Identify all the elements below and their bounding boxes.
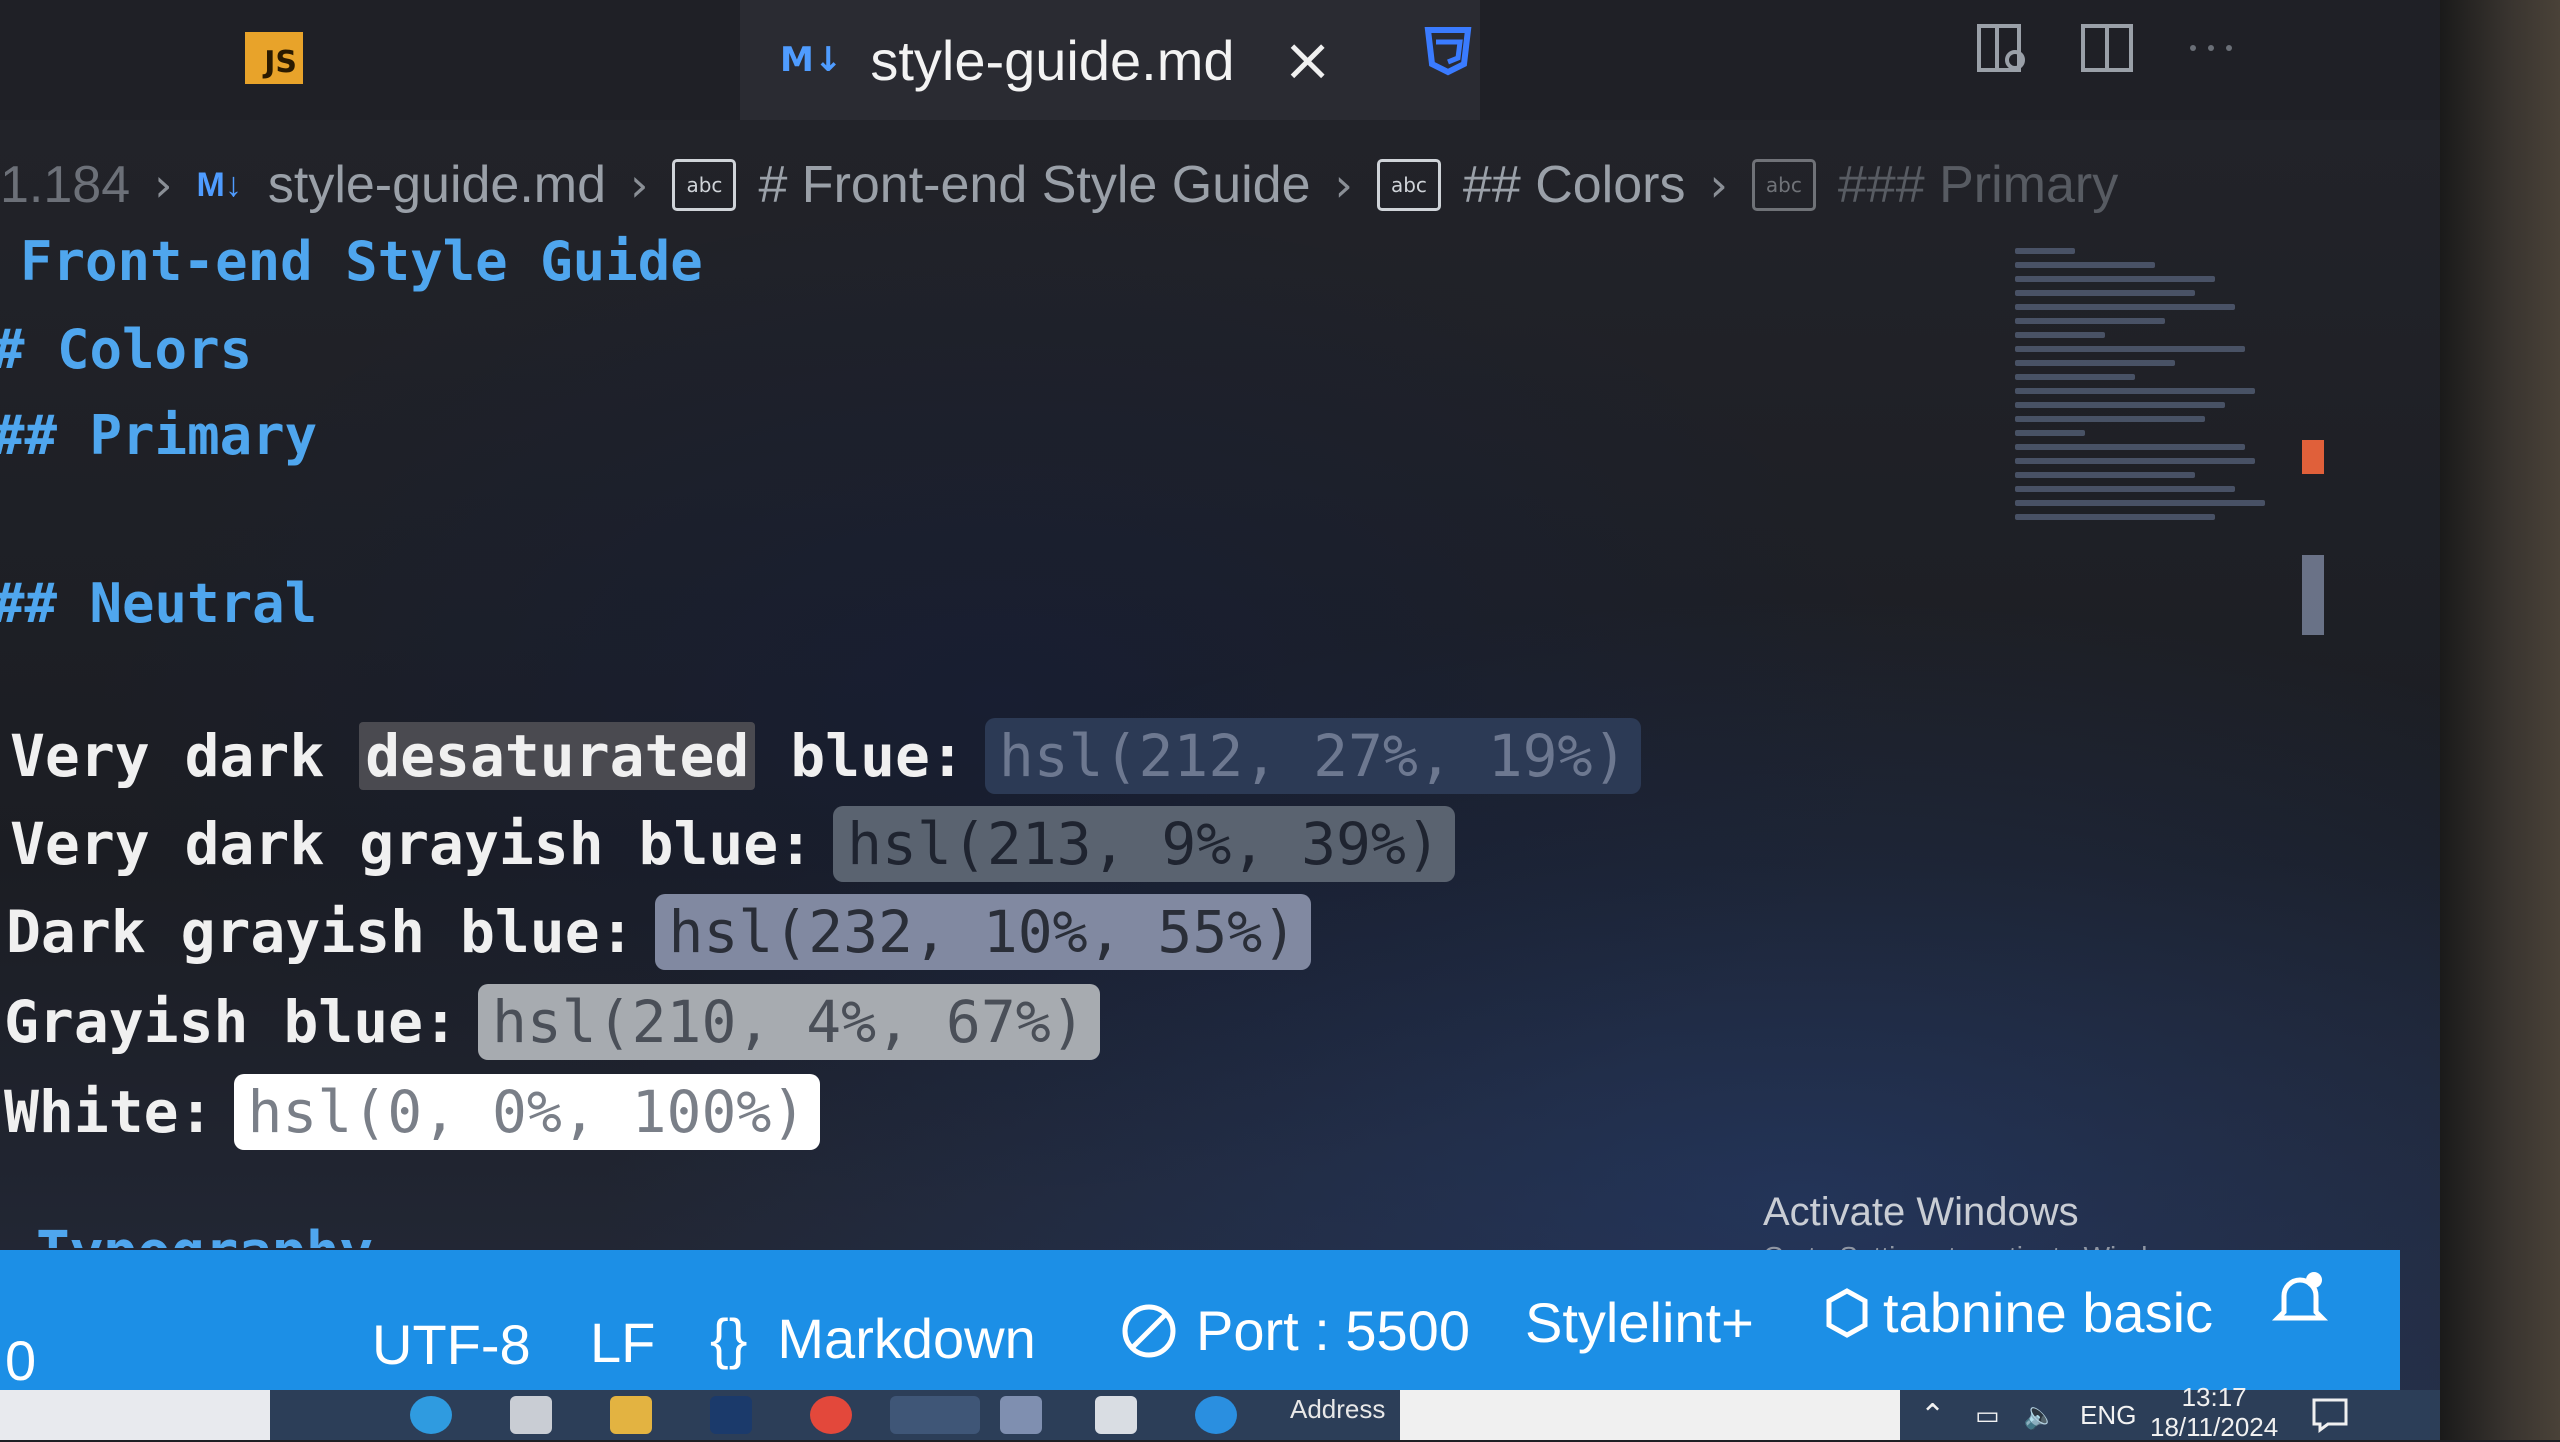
color-label-end: blue: [755, 722, 965, 790]
windows-taskbar: Address ⌃ ▭ 🔈 ENG 13:17 18/11/2024 [0, 1382, 2440, 1442]
heading-title: Front-end Style Guide [20, 230, 703, 293]
color-row: Very dark desaturated blue: hsl(212, 27%… [10, 718, 1642, 794]
photoshop-icon[interactable] [710, 1396, 752, 1434]
heading-primary: ## Primary [0, 404, 318, 467]
color-swatch-value: hsl(0, 0%, 100%) [233, 1074, 821, 1150]
bell-icon[interactable] [2270, 1268, 2330, 1332]
js-file-tab-icon[interactable]: JS [245, 32, 303, 84]
heading-neutral: ## Neutral [0, 572, 318, 635]
close-icon[interactable]: × [1283, 25, 1333, 95]
color-label: Very dark grayish blue: [10, 810, 814, 878]
language-label: Markdown [777, 1307, 1036, 1370]
chevron-right-icon: › [1334, 158, 1353, 212]
status-eol[interactable]: LF [590, 1310, 655, 1375]
chrome-icon[interactable] [810, 1396, 852, 1434]
more-actions-icon[interactable] [2183, 20, 2239, 76]
tabnine-icon [1826, 1287, 1868, 1338]
color-row: Grayish blue: hsl(210, 4%, 67%) [4, 984, 1100, 1060]
notification-center-icon[interactable] [2310, 1396, 2350, 1434]
markdown-icon: M↓ [196, 165, 242, 204]
mail-icon[interactable] [510, 1396, 552, 1434]
calendar-icon[interactable] [1000, 1396, 1042, 1434]
language-indicator[interactable]: ENG [2080, 1400, 2136, 1431]
address-input[interactable] [1400, 1390, 1900, 1440]
chevron-right-icon: › [154, 158, 173, 212]
color-row: Dark grayish blue: hsl(232, 10%, 55%) [6, 894, 1312, 970]
taskbar-search-area[interactable] [0, 1390, 270, 1440]
color-swatch-value: hsl(210, 4%, 67%) [477, 984, 1100, 1060]
color-label: White: [4, 1078, 214, 1146]
photos-icon[interactable] [1095, 1396, 1137, 1434]
port-label: Port : 5500 [1196, 1299, 1470, 1362]
scrollbar-thumb[interactable] [2302, 555, 2324, 635]
braces-icon: {} [710, 1307, 748, 1370]
markdown-icon: M↓ [780, 40, 843, 80]
open-preview-icon[interactable] [1975, 20, 2031, 76]
vscode-icon[interactable] [890, 1396, 980, 1434]
battery-icon[interactable]: ▭ [1975, 1400, 2000, 1431]
watermark-title: Activate Windows [1763, 1190, 2079, 1234]
system-clock[interactable]: 13:17 18/11/2024 [2150, 1382, 2278, 1442]
color-label: Dark grayish blue: [6, 898, 635, 966]
tab-title: style-guide.md [870, 28, 1235, 92]
tab-bar: JS M↓ style-guide.md × [0, 0, 2440, 120]
breadcrumb-folder[interactable]: 1.184 [0, 155, 130, 215]
selected-word: desaturated [359, 722, 756, 790]
scrollbar-marker[interactable] [2302, 440, 2324, 474]
status-encoding[interactable]: UTF-8 [372, 1312, 531, 1377]
breadcrumb-file-label: style-guide.md [267, 156, 607, 214]
volume-icon[interactable]: 🔈 [2024, 1400, 2056, 1431]
string-symbol-icon: abc [1751, 159, 1816, 211]
status-language[interactable]: {} Markdown [710, 1306, 1036, 1371]
breadcrumb-h1[interactable]: abc # Front-end Style Guide [672, 155, 1311, 215]
clock-date: 18/11/2024 [2150, 1412, 2279, 1442]
tabnine-label: tabnine basic [1883, 1281, 2214, 1344]
breadcrumb: 1.184 › M↓ style-guide.md › abc # Front-… [0, 140, 2118, 230]
file-explorer-icon[interactable] [610, 1396, 652, 1434]
address-label: Address [1290, 1394, 1386, 1424]
bluetooth-icon[interactable] [1195, 1396, 1237, 1434]
string-symbol-icon: abc [1376, 159, 1441, 211]
breadcrumb-h2-label: ## Colors [1462, 156, 1686, 214]
breadcrumb-h2[interactable]: abc ## Colors [1376, 155, 1686, 215]
color-row: White: hsl(0, 0%, 100%) [4, 1074, 821, 1150]
chevron-right-icon: › [630, 158, 649, 212]
status-live-server[interactable]: Port : 5500 [1120, 1298, 1470, 1363]
string-symbol-icon: abc [672, 159, 737, 211]
heading-typography: Typography [36, 1220, 373, 1248]
tab-style-guide[interactable]: M↓ style-guide.md × [740, 0, 1480, 120]
chevron-right-icon: › [1709, 158, 1728, 212]
status-bar: 0 UTF-8 LF {} Markdown Port : 5500 Style… [0, 1250, 2400, 1393]
edge-icon[interactable] [410, 1396, 452, 1434]
monitor-bezel [2440, 0, 2560, 1440]
split-editor-icon[interactable] [2079, 20, 2135, 76]
status-tabnine[interactable]: tabnine basic [1825, 1280, 2213, 1345]
status-stylelint[interactable]: Stylelint+ [1525, 1290, 1754, 1355]
color-label: Grayish blue: [4, 988, 458, 1056]
breadcrumb-h3[interactable]: abc ### Primary [1751, 155, 2119, 215]
chevron-up-icon[interactable]: ⌃ [1920, 1398, 1945, 1433]
color-swatch-value: hsl(232, 10%, 55%) [654, 894, 1312, 970]
no-entry-icon [1122, 1304, 1176, 1357]
clock-time: 13:17 [2181, 1382, 2247, 1412]
color-swatch-value: hsl(212, 27%, 19%) [984, 718, 1642, 794]
breadcrumb-file[interactable]: M↓ style-guide.md [197, 155, 606, 215]
css-file-tab-icon[interactable] [1418, 22, 1478, 82]
color-label: Very dark [10, 722, 360, 790]
heading-colors: # Colors [0, 318, 253, 381]
system-tray: ⌃ ▭ 🔈 ENG [1920, 1390, 2136, 1440]
color-row: Very dark grayish blue: hsl(213, 9%, 39%… [10, 806, 1455, 882]
breadcrumb-h3-label: ### Primary [1837, 156, 2119, 214]
color-swatch-value: hsl(213, 9%, 39%) [833, 806, 1455, 882]
minimap[interactable] [2015, 240, 2275, 720]
status-problems[interactable]: 0 [5, 1328, 36, 1393]
breadcrumb-h1-label: # Front-end Style Guide [758, 156, 1311, 214]
